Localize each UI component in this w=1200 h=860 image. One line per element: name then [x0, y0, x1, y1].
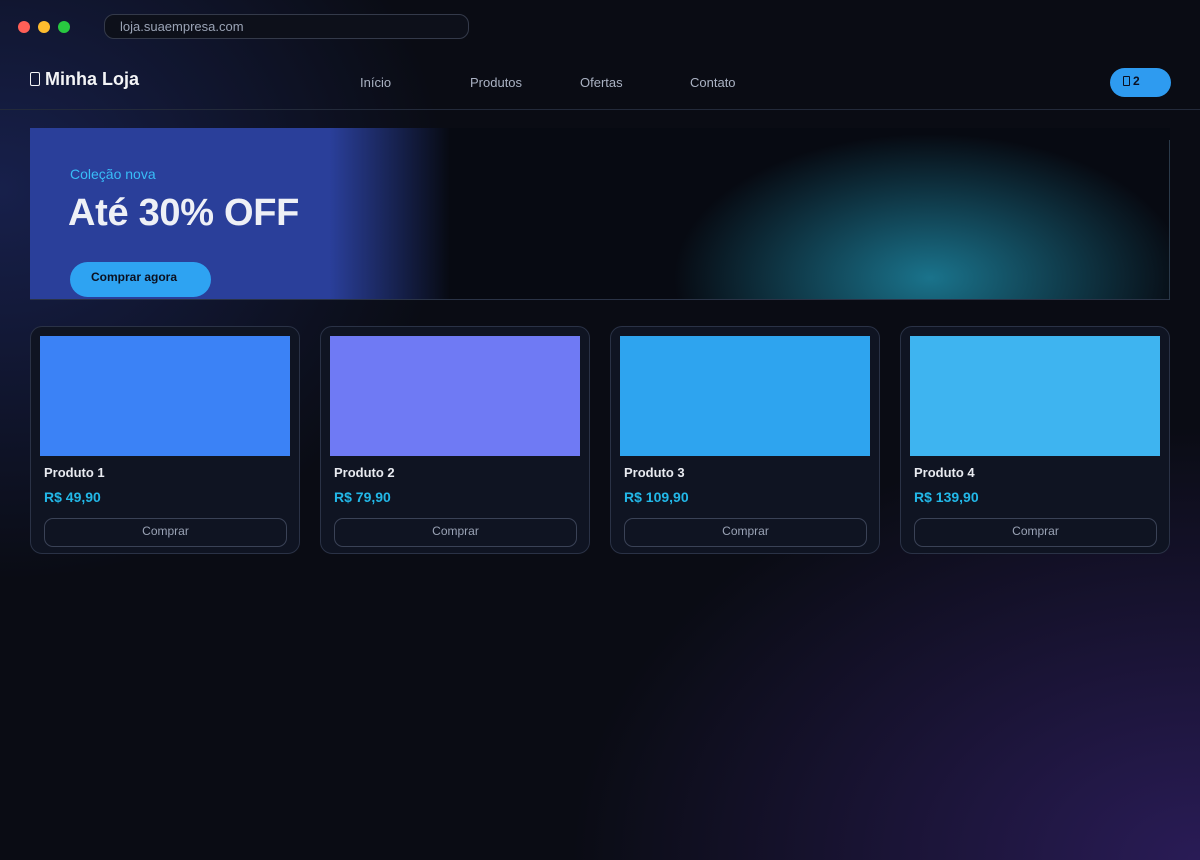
product-image[interactable]: [910, 336, 1160, 456]
brand-name: Minha Loja: [45, 69, 139, 89]
hero-banner: Coleção nova Até 30% OFF Comprar agora: [30, 128, 1170, 300]
buy-button[interactable]: Comprar: [44, 518, 287, 547]
shop-now-button[interactable]: Comprar agora: [70, 262, 211, 297]
cart-icon: [1123, 76, 1130, 86]
product-name: Produto 4: [914, 465, 975, 480]
product-card[interactable]: Produto 1 R$ 49,90 Comprar: [30, 326, 300, 554]
cart-button[interactable]: 2: [1110, 68, 1171, 97]
address-bar[interactable]: loja.suaempresa.com: [104, 14, 469, 39]
product-price: R$ 109,90: [624, 489, 689, 505]
buy-button[interactable]: Comprar: [914, 518, 1157, 547]
brand-logo[interactable]: Minha Loja: [30, 69, 139, 90]
nav-link-ofertas[interactable]: Ofertas: [580, 75, 623, 90]
browser-chrome: loja.suaempresa.com: [0, 0, 1200, 54]
product-card[interactable]: Produto 2 R$ 79,90 Comprar: [320, 326, 590, 554]
product-price: R$ 49,90: [44, 489, 101, 505]
product-image[interactable]: [620, 336, 870, 456]
site-header: Minha Loja Início Produtos Ofertas Conta…: [0, 54, 1200, 110]
hero-eyebrow: Coleção nova: [70, 166, 156, 182]
product-card[interactable]: Produto 4 R$ 139,90 Comprar: [900, 326, 1170, 554]
minimize-window-dot[interactable]: [38, 21, 50, 33]
product-price: R$ 139,90: [914, 489, 979, 505]
buy-button[interactable]: Comprar: [334, 518, 577, 547]
product-price: R$ 79,90: [334, 489, 391, 505]
cart-count: 2: [1133, 74, 1140, 88]
product-name: Produto 2: [334, 465, 395, 480]
address-bar-url: loja.suaempresa.com: [120, 19, 244, 34]
nav-link-contato[interactable]: Contato: [690, 75, 736, 90]
nav-link-produtos[interactable]: Produtos: [470, 75, 522, 90]
maximize-window-dot[interactable]: [58, 21, 70, 33]
bag-icon: [30, 72, 40, 86]
product-name: Produto 1: [44, 465, 105, 480]
product-card[interactable]: Produto 3 R$ 109,90 Comprar: [610, 326, 880, 554]
product-image[interactable]: [330, 336, 580, 456]
nav-link-inicio[interactable]: Início: [360, 75, 391, 90]
hero-divider: [1169, 140, 1170, 300]
product-image[interactable]: [40, 336, 290, 456]
hero-title: Até 30% OFF: [68, 192, 300, 234]
close-window-dot[interactable]: [18, 21, 30, 33]
product-name: Produto 3: [624, 465, 685, 480]
buy-button[interactable]: Comprar: [624, 518, 867, 547]
